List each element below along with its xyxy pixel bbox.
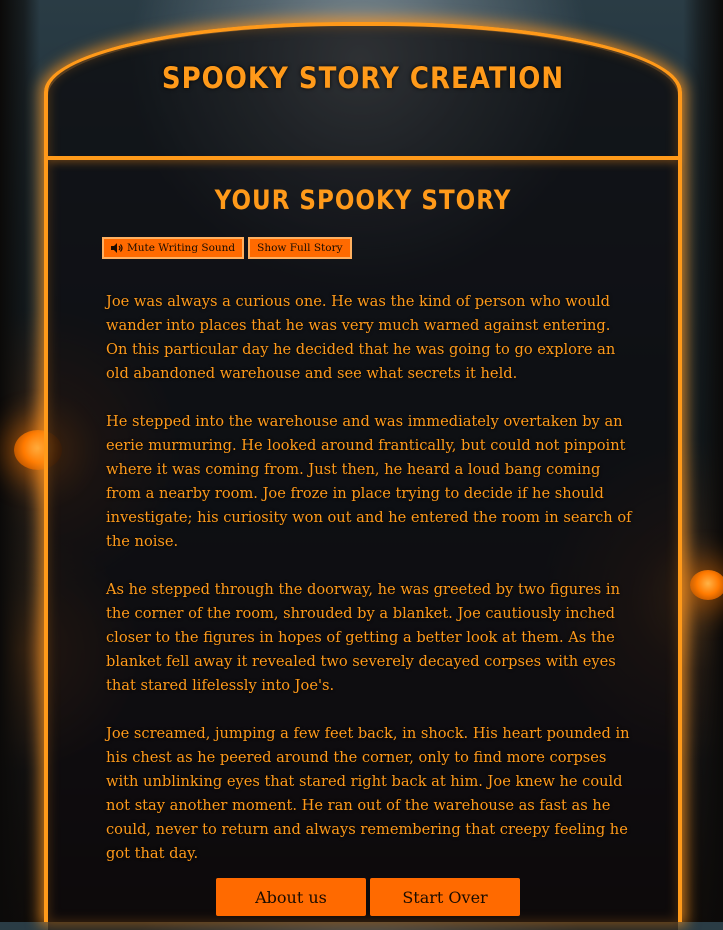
mute-button-label: Mute Writing Sound [127, 242, 236, 254]
start-over-button[interactable]: Start Over [370, 878, 520, 916]
story-text: Joe was always a curious one. He was the… [106, 290, 636, 890]
background-tree-right [683, 0, 723, 922]
page-header: Spooky Story Creation [48, 26, 678, 160]
story-controls: Mute Writing Sound Show Full Story [102, 237, 352, 259]
story-frame: Spooky Story Creation Your Spooky Story … [44, 22, 682, 930]
page-title: Spooky Story Creation [161, 62, 565, 96]
footer-buttons: About us Start Over [216, 878, 520, 916]
story-paragraph: He stepped into the warehouse and was im… [106, 413, 632, 550]
story-paragraph: Joe screamed, jumping a few feet back, i… [106, 725, 630, 862]
story-panel: Your Spooky Story Mute Writing Sound Sho… [48, 160, 678, 930]
story-paragraph: Joe was always a curious one. He was the… [106, 293, 616, 382]
about-us-button[interactable]: About us [216, 878, 366, 916]
show-full-story-button[interactable]: Show Full Story [248, 237, 352, 259]
speaker-icon [111, 243, 123, 253]
story-paragraph: As he stepped through the doorway, he wa… [106, 581, 621, 694]
mute-writing-sound-button[interactable]: Mute Writing Sound [102, 237, 245, 259]
story-heading: Your Spooky Story [214, 186, 512, 216]
show-full-story-label: Show Full Story [257, 242, 343, 254]
background-pumpkin-icon [690, 570, 723, 600]
